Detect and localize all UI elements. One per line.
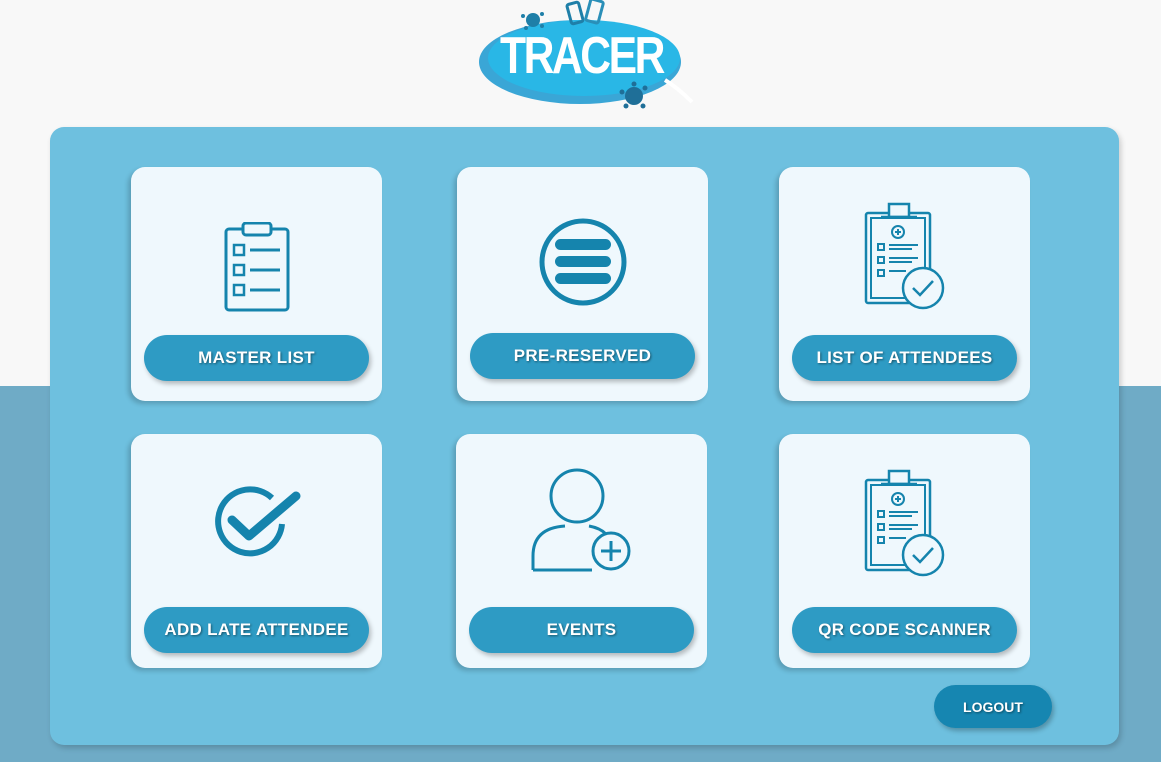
list-of-attendees-button[interactable]: LIST OF ATTENDEES [792, 335, 1017, 381]
tracer-logo: TRACER [470, 0, 705, 118]
card-pre-reserved: PRE-RESERVED [457, 167, 708, 401]
master-list-button[interactable]: MASTER LIST [144, 335, 369, 381]
add-late-attendee-button[interactable]: ADD LATE ATTENDEE [144, 607, 369, 653]
qr-code-scanner-button[interactable]: QR CODE SCANNER [792, 607, 1017, 653]
card-events: EVENTS [456, 434, 707, 668]
medical-clipboard-check-icon [862, 201, 948, 316]
card-master-list: MASTER LIST [131, 167, 382, 401]
card-add-late-attendee: ADD LATE ATTENDEE [131, 434, 382, 668]
menu-lines-icon [538, 217, 628, 312]
clipboard-checklist-icon [224, 221, 290, 317]
medical-clipboard-check-icon [862, 468, 948, 583]
logo-text: TRACER [500, 27, 665, 85]
logout-button[interactable]: LOGOUT [934, 685, 1052, 728]
card-list-of-attendees: LIST OF ATTENDEES [779, 167, 1030, 401]
pre-reserved-button[interactable]: PRE-RESERVED [470, 333, 695, 379]
user-add-icon [530, 466, 634, 579]
events-button[interactable]: EVENTS [469, 607, 694, 653]
card-qr-code-scanner: QR CODE SCANNER [779, 434, 1030, 668]
check-circle-icon [212, 486, 302, 563]
